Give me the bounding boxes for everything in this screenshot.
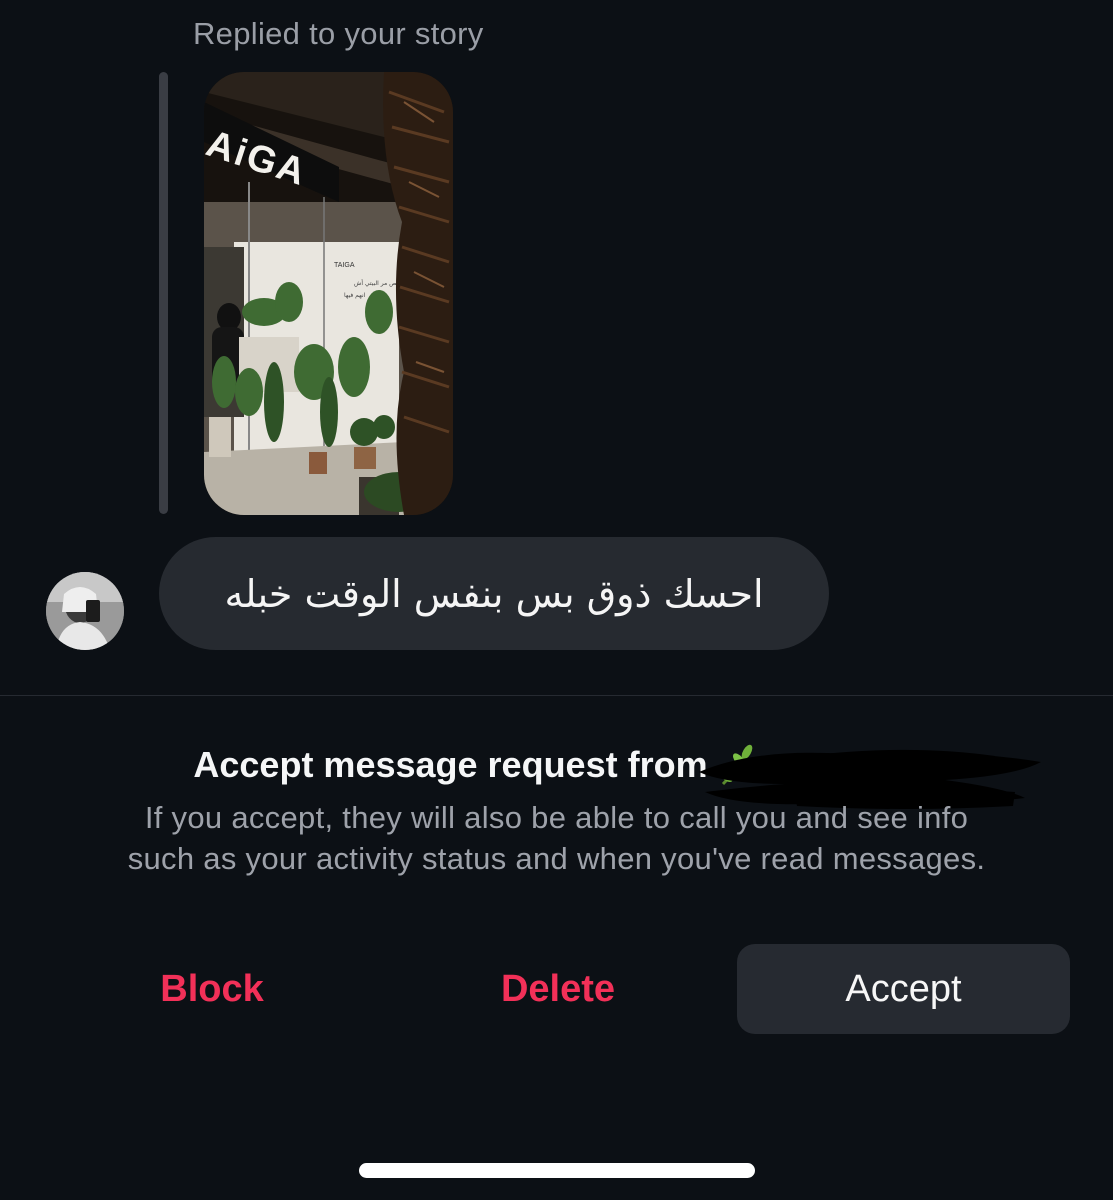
poster-line-2: انهم فيها (344, 292, 366, 299)
block-button[interactable]: Block (112, 944, 312, 1034)
avatar-photo (46, 572, 124, 650)
inner-brand-text: TAIGA (334, 262, 355, 269)
request-body-line-2: such as your activity status and when yo… (127, 841, 986, 876)
divider (0, 695, 1113, 696)
home-indicator[interactable] (359, 1163, 755, 1178)
request-body-line-1: If you accept, they will also be able to… (144, 800, 969, 835)
request-title-text: Accept message request from (193, 744, 708, 785)
story-photo: TAIGA أي شخص مر البيتي أش انهم فيها AiGA (204, 72, 453, 515)
message-bubble[interactable]: احسك ذوق بس بنفس الوقت خبله (159, 537, 829, 650)
sender-avatar[interactable] (46, 572, 124, 650)
request-body: If you accept, they will also be able to… (0, 797, 1113, 879)
accept-button[interactable]: Accept (737, 944, 1070, 1034)
message-text: احسك ذوق بس بنفس الوقت خبله (224, 571, 764, 616)
story-reply-bar (159, 72, 168, 514)
story-thumbnail[interactable]: TAIGA أي شخص مر البيتي أش انهم فيها AiGA (204, 72, 453, 515)
delete-button[interactable]: Delete (458, 944, 658, 1034)
replied-to-story-label: Replied to your story (193, 16, 484, 51)
